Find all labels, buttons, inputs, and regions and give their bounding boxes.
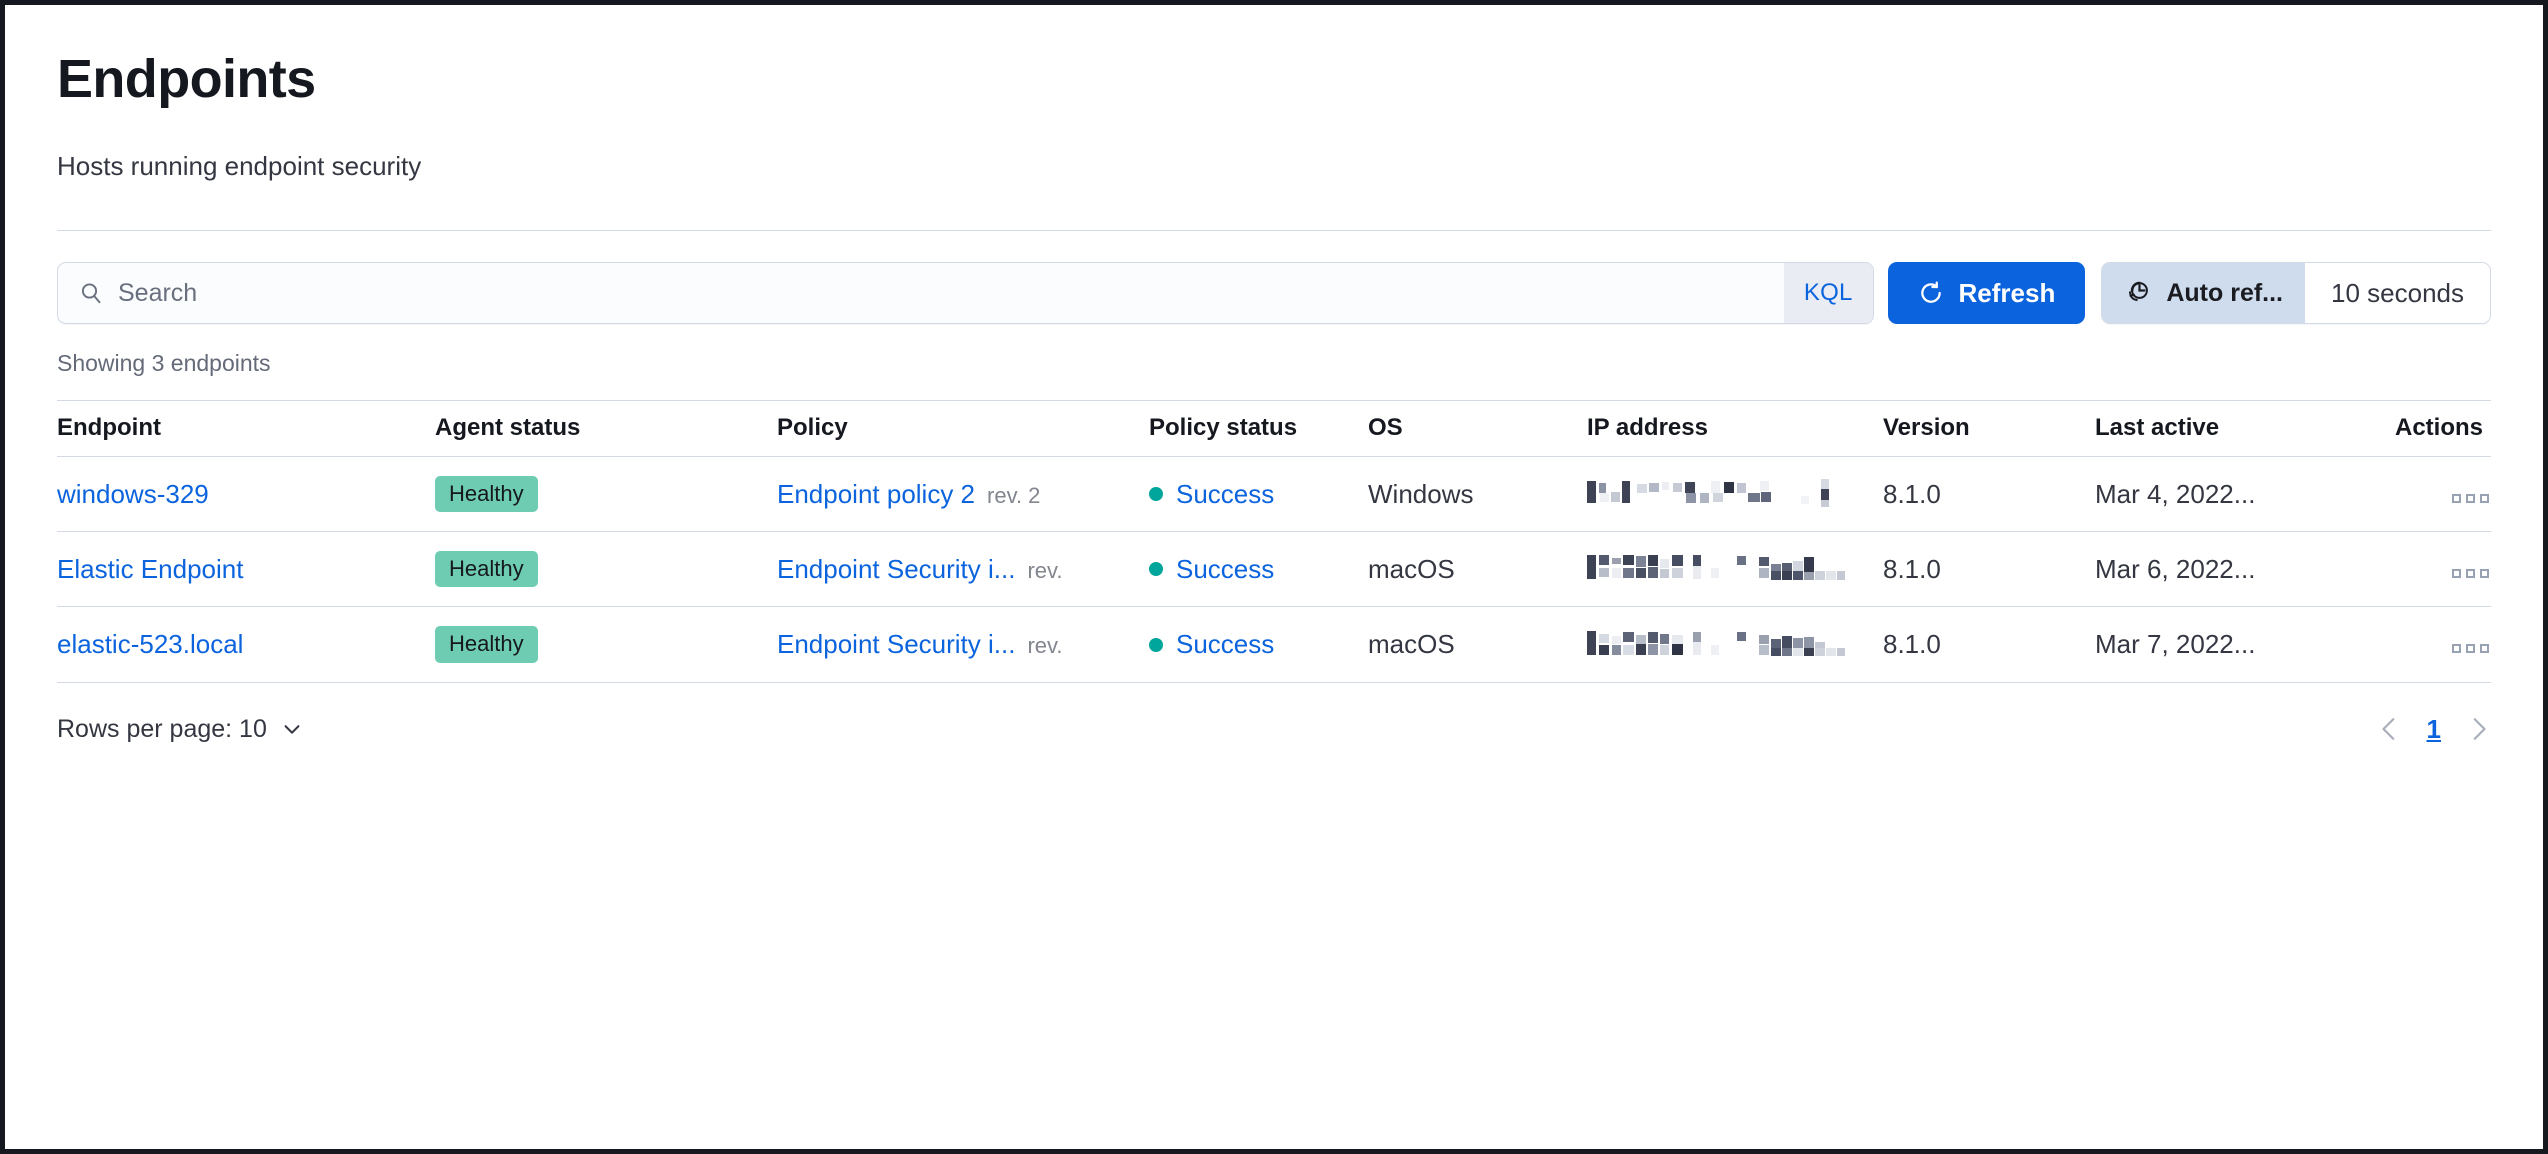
cell-endpoint: elastic-523.local	[57, 606, 435, 683]
cell-policy-status: Success	[1149, 531, 1368, 608]
cell-actions	[2395, 606, 2491, 683]
search-icon	[81, 283, 101, 304]
results-count: Showing 3 endpoints	[57, 350, 271, 377]
cell-ip-address	[1587, 531, 1883, 608]
policy-link[interactable]: Endpoint Security i...	[777, 629, 1015, 660]
policy-status-link[interactable]: Success	[1176, 629, 1274, 660]
cell-last-active: Mar 7, 2022...	[2095, 606, 2395, 683]
cell-os: macOS	[1368, 531, 1587, 608]
cell-agent-status: Healthy	[435, 456, 777, 533]
cell-policy: Endpoint Security i... rev.	[777, 531, 1149, 608]
auto-refresh-interval[interactable]: 10 seconds	[2305, 263, 2490, 324]
table-row: Elastic Endpoint Healthy Endpoint Securi…	[57, 531, 2491, 608]
ip-address-redacted	[1587, 630, 1845, 660]
cell-agent-status: Healthy	[435, 531, 777, 608]
header-divider	[57, 230, 2491, 232]
rows-per-page-label: Rows per page: 10	[57, 714, 267, 743]
table-row: elastic-523.local Healthy Endpoint Secur…	[57, 606, 2491, 683]
cell-ip-address	[1587, 606, 1883, 683]
actions-menu-icon[interactable]	[2450, 563, 2491, 584]
column-header-last-active[interactable]: Last active	[2095, 399, 2395, 457]
policy-link[interactable]: Endpoint policy 2	[777, 479, 975, 510]
table-body: windows-329 Healthy Endpoint policy 2 re…	[57, 456, 2491, 683]
cell-endpoint: Elastic Endpoint	[57, 531, 435, 608]
status-dot-icon	[1149, 562, 1163, 577]
kql-badge[interactable]: KQL	[1783, 263, 1873, 324]
column-header-actions: Actions	[2395, 399, 2491, 457]
chevron-down-icon	[284, 725, 300, 734]
table-row: windows-329 Healthy Endpoint policy 2 re…	[57, 456, 2491, 533]
cell-actions	[2395, 456, 2491, 533]
cell-os: macOS	[1368, 606, 1587, 683]
endpoint-link[interactable]: Elastic Endpoint	[57, 554, 243, 584]
endpoints-table: Endpoint Agent status Policy Policy stat…	[57, 399, 2491, 683]
cell-version: 8.1.0	[1883, 456, 2095, 533]
table-footer: Rows per page: 10 1	[57, 714, 2491, 745]
refresh-icon	[1920, 281, 1941, 304]
cell-ip-address	[1587, 456, 1883, 533]
cell-policy: Endpoint policy 2 rev. 2	[777, 456, 1149, 533]
actions-menu-icon[interactable]	[2450, 488, 2491, 509]
column-header-version[interactable]: Version	[1883, 399, 2095, 457]
column-header-agent-status[interactable]: Agent status	[435, 399, 777, 457]
column-header-os[interactable]: OS	[1368, 399, 1587, 457]
status-badge: Healthy	[435, 551, 538, 588]
policy-revision: rev. 2	[987, 482, 1041, 508]
refresh-button[interactable]: Refresh	[1887, 262, 2086, 325]
cell-actions	[2395, 531, 2491, 608]
cell-version: 8.1.0	[1883, 606, 2095, 683]
actions-menu-icon[interactable]	[2450, 638, 2491, 659]
ip-address-redacted	[1587, 554, 1845, 584]
pagination: 1	[2377, 714, 2491, 745]
cell-last-active: Mar 6, 2022...	[2095, 531, 2395, 608]
cell-policy-status: Success	[1149, 606, 1368, 683]
cell-last-active: Mar 4, 2022...	[2095, 456, 2395, 533]
endpoint-link[interactable]: elastic-523.local	[57, 629, 243, 659]
page-subtitle: Hosts running endpoint security	[57, 151, 422, 182]
status-badge: Healthy	[435, 626, 538, 663]
cell-policy-status: Success	[1149, 456, 1368, 533]
table-header-row: Endpoint Agent status Policy Policy stat…	[57, 399, 2491, 457]
rows-per-page-selector[interactable]: Rows per page: 10	[57, 715, 303, 744]
policy-status-link[interactable]: Success	[1176, 554, 1274, 585]
cell-os: Windows	[1368, 456, 1587, 533]
status-badge: Healthy	[435, 475, 538, 513]
column-header-policy-status[interactable]: Policy status	[1149, 399, 1368, 457]
clock-refresh-icon	[2129, 282, 2149, 302]
policy-revision: rev.	[1027, 633, 1063, 659]
refresh-button-label: Refresh	[1958, 277, 2056, 308]
cell-policy: Endpoint Security i... rev.	[777, 606, 1149, 683]
policy-revision: rev.	[1027, 557, 1063, 583]
cell-version: 8.1.0	[1883, 531, 2095, 608]
search-bar[interactable]: KQL	[57, 262, 1874, 325]
policy-status-link[interactable]: Success	[1176, 479, 1274, 510]
auto-refresh-button[interactable]: Auto ref...	[2102, 263, 2306, 324]
column-header-endpoint[interactable]: Endpoint	[57, 399, 435, 457]
page-title: Endpoints	[57, 49, 316, 109]
chevron-left-icon[interactable]	[2377, 716, 2403, 742]
endpoint-link[interactable]: windows-329	[57, 479, 209, 509]
column-header-policy[interactable]: Policy	[777, 399, 1149, 457]
search-toolbar: KQL Refresh Auto	[57, 262, 2491, 325]
search-input[interactable]	[118, 263, 1784, 324]
cell-endpoint: windows-329	[57, 456, 435, 533]
page-number-1[interactable]: 1	[2421, 714, 2447, 745]
cell-agent-status: Healthy	[435, 606, 777, 683]
ip-address-redacted	[1587, 479, 1845, 509]
column-header-ip-address[interactable]: IP address	[1587, 399, 1883, 457]
auto-refresh-group: Auto ref... 10 seconds	[2101, 262, 2491, 325]
window-frame: Endpoints Hosts running endpoint securit…	[0, 0, 2548, 1154]
auto-refresh-label: Auto ref...	[2166, 278, 2284, 307]
policy-link[interactable]: Endpoint Security i...	[777, 554, 1015, 585]
status-dot-icon	[1149, 637, 1163, 652]
status-dot-icon	[1149, 487, 1163, 502]
endpoints-page: Endpoints Hosts running endpoint securit…	[10, 10, 2538, 1144]
chevron-right-icon[interactable]	[2465, 716, 2491, 742]
